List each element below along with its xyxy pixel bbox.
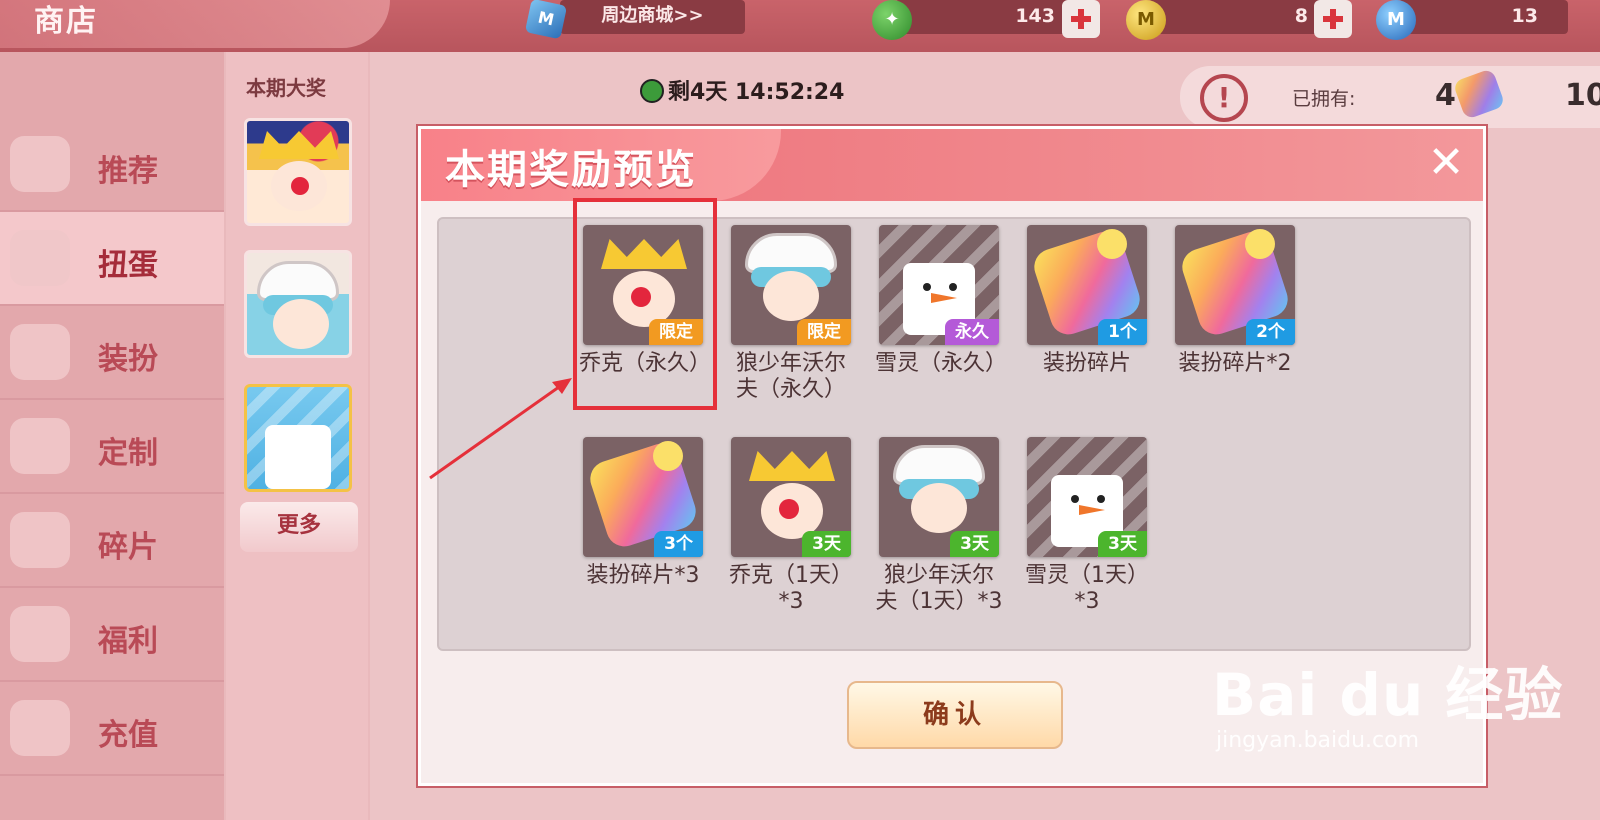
watermark: Bai du 经验 jingyan.baidu.com [1212, 648, 1563, 753]
watermark-main: Bai du 经验 [1212, 661, 1564, 729]
